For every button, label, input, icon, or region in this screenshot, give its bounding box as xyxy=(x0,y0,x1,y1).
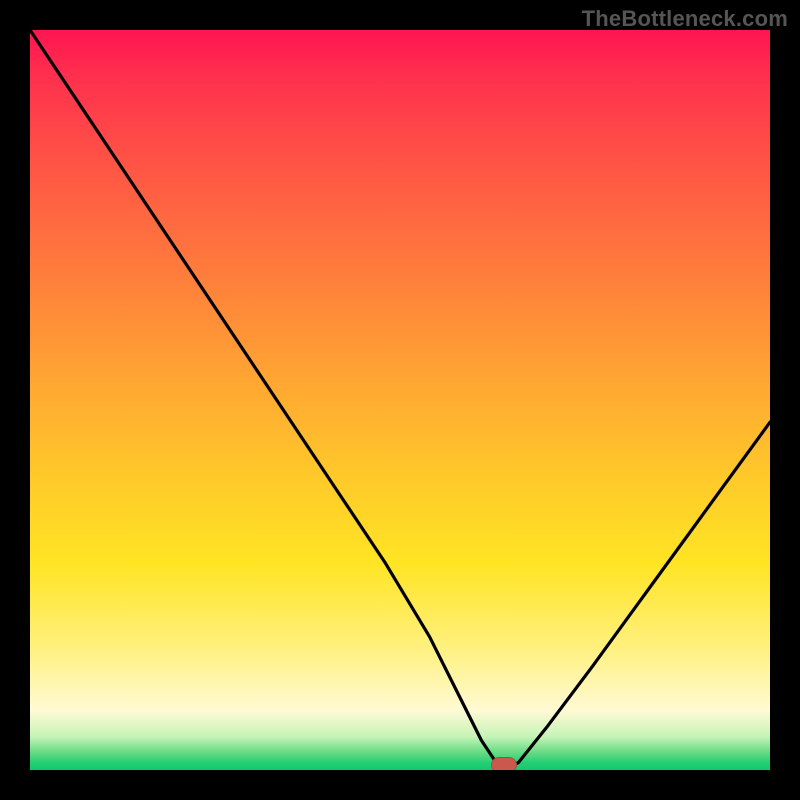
chart-frame: TheBottleneck.com xyxy=(0,0,800,800)
plot-area xyxy=(30,30,770,770)
curve-svg xyxy=(30,30,770,770)
optimum-marker xyxy=(491,757,517,770)
watermark-text: TheBottleneck.com xyxy=(582,6,788,32)
bottleneck-curve-path xyxy=(30,30,770,770)
